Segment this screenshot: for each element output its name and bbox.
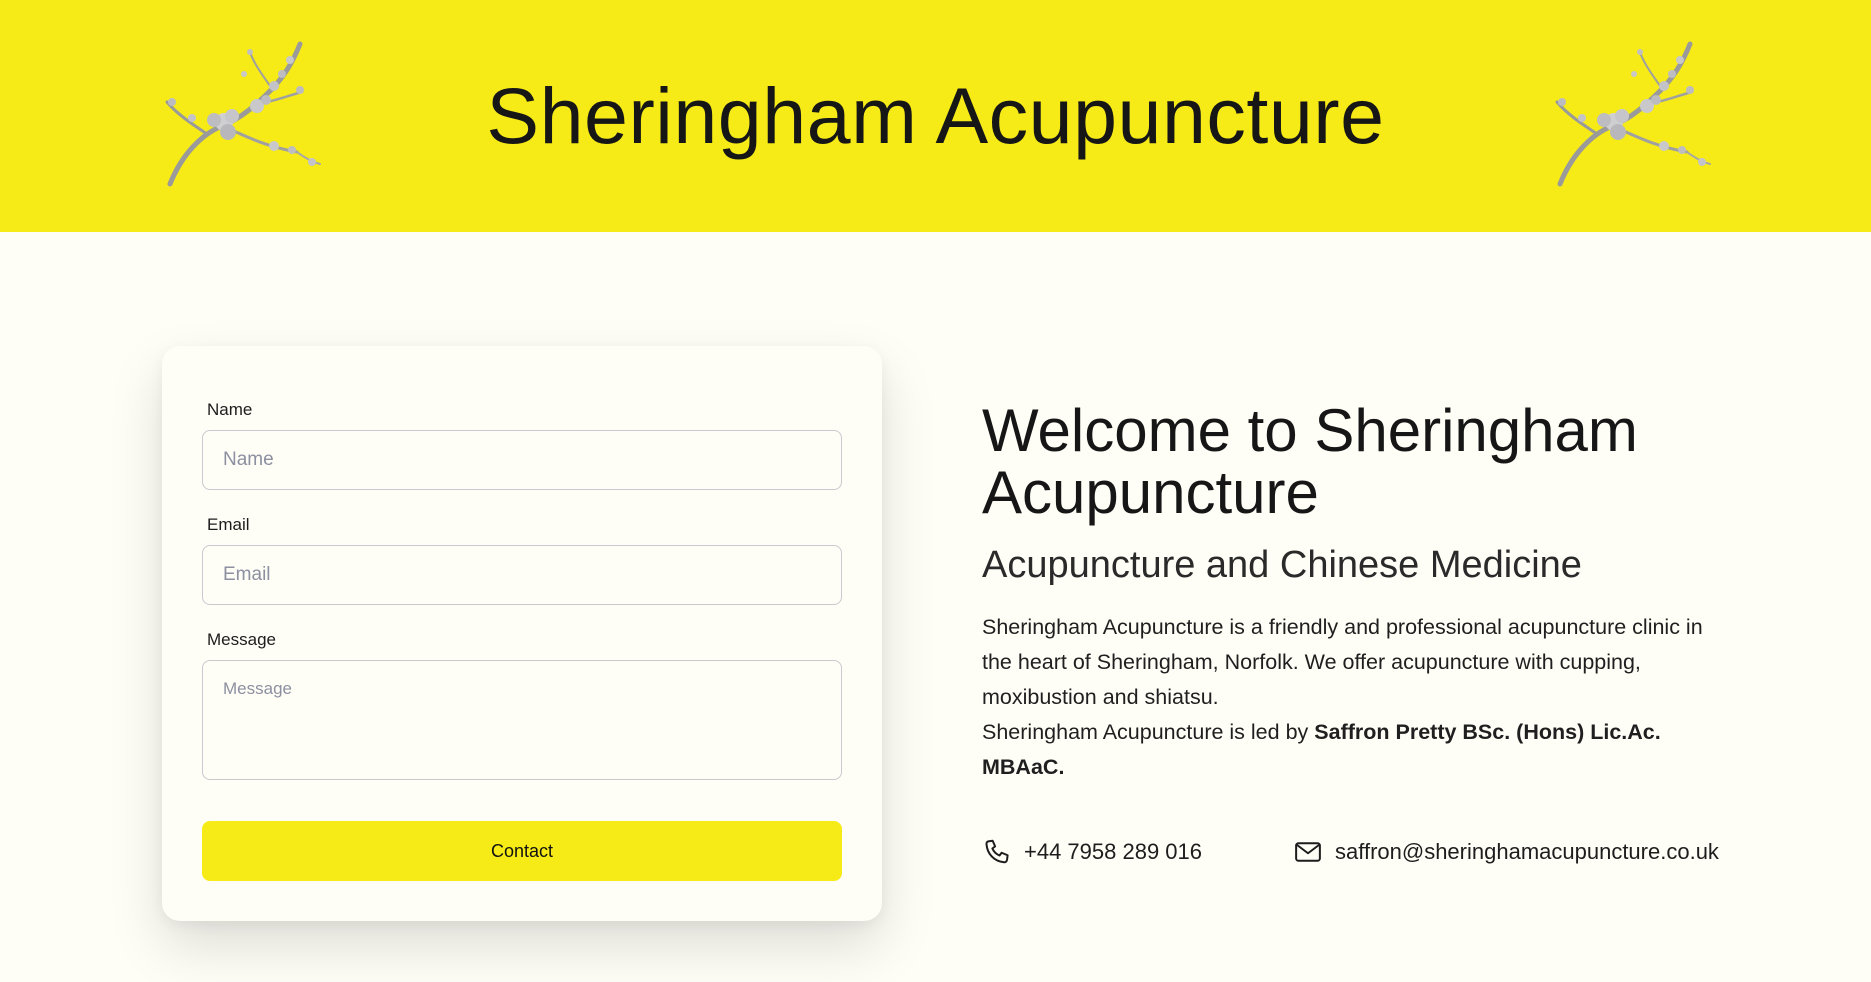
welcome-heading: Welcome to Sheringham Acupuncture (982, 397, 1638, 526)
phone-number: +44 7958 289 016 (1024, 839, 1203, 864)
welcome-subtitle: Acupuncture and Chinese Medicine (982, 544, 1582, 586)
intro-paragraph: Sheringham Acupuncture is a friendly and… (982, 610, 1722, 785)
led-by-text: Sheringham Acupuncture is led by (982, 720, 1315, 744)
email-contact[interactable]: saffron@sheringhamacupuncture.co.uk (1293, 834, 1719, 870)
phone-contact[interactable]: +44 7958 289 016 (982, 834, 1202, 870)
name-label: Name (207, 400, 253, 419)
site-header: Sheringham Acupuncture (0, 0, 1871, 232)
contact-button[interactable]: Contact (202, 821, 842, 881)
mail-icon (1295, 842, 1321, 862)
phone-icon (985, 839, 1009, 864)
message-textarea[interactable] (202, 660, 842, 780)
message-label: Message (207, 630, 276, 649)
contact-form: Name Email Message Contact (162, 346, 882, 921)
email-address: saffron@sheringhamacupuncture.co.uk (1335, 839, 1719, 864)
email-label: Email (207, 515, 250, 534)
blossom-branch-icon (1552, 34, 1722, 194)
email-input[interactable] (202, 545, 842, 605)
intro-text: Sheringham Acupuncture is a friendly and… (982, 615, 1703, 709)
name-input[interactable] (202, 430, 842, 490)
